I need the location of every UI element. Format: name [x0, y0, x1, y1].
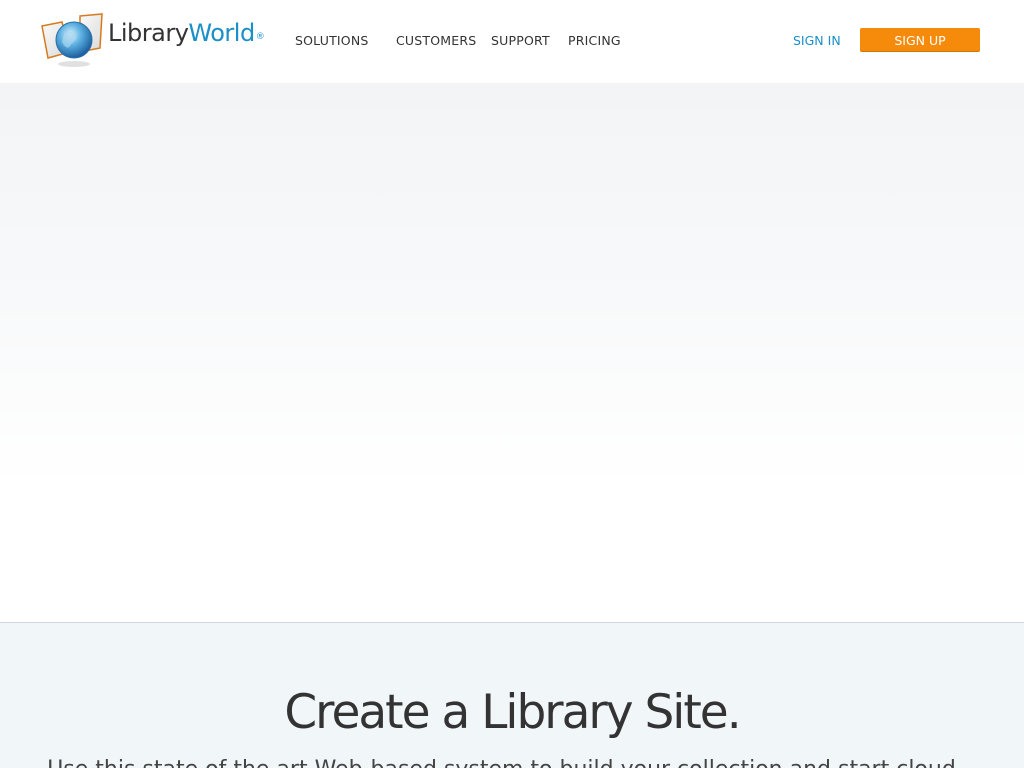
nav-solutions[interactable]: SOLUTIONS — [295, 33, 369, 48]
create-site-section: Create a Library Site. Use this state of… — [0, 623, 1024, 768]
registered-mark: ® — [255, 32, 265, 42]
hero-banner — [0, 83, 1024, 623]
nav-pricing[interactable]: PRICING — [568, 33, 621, 48]
nav-customers[interactable]: CUSTOMERS — [396, 33, 476, 48]
brand-wordmark: LibraryWorld® — [108, 19, 265, 47]
section-title: Create a Library Site. — [284, 685, 741, 740]
section-body-text: Use this state of the art Web-based syst… — [0, 757, 1024, 768]
libraryworld-logo[interactable]: LibraryWorld® — [40, 12, 265, 68]
brand-name-part1: Library — [108, 19, 189, 47]
site-header: LibraryWorld® SOLUTIONS CUSTOMERS SUPPOR… — [0, 0, 1024, 83]
nav-support[interactable]: SUPPORT — [491, 33, 550, 48]
sign-up-button[interactable]: SIGN UP — [860, 28, 980, 52]
globe-book-icon — [40, 12, 104, 68]
sign-in-link[interactable]: SIGN IN — [793, 33, 841, 48]
brand-name-part2: World — [188, 19, 255, 47]
